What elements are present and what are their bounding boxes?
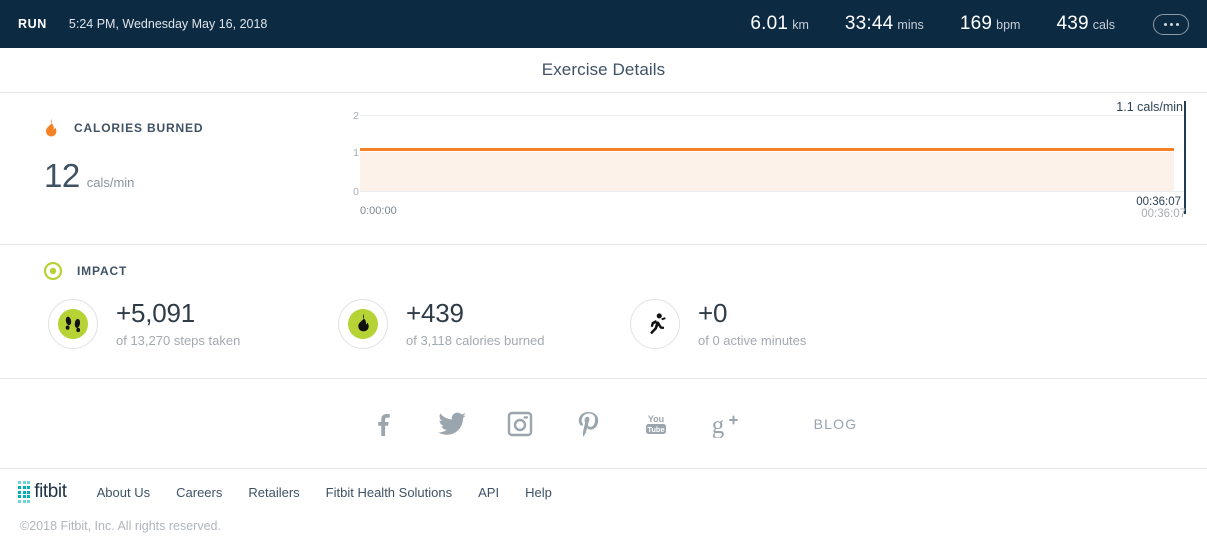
ellipsis-dot <box>1169 22 1173 26</box>
svg-text:Tube: Tube <box>647 425 664 434</box>
activity-info: RUN 5:24 PM, Wednesday May 16, 2018 <box>18 17 267 31</box>
flame-icon <box>46 119 57 137</box>
impact-items: +5,091 of 13,270 steps taken +439 of 3,1… <box>48 299 1207 349</box>
twitter-icon[interactable] <box>418 411 486 437</box>
impact-item-active-minutes: +0 of 0 active minutes <box>630 299 920 349</box>
ellipsis-icon[interactable] <box>1153 13 1189 35</box>
page-title: Exercise Details <box>541 60 666 79</box>
fitbit-dots-icon <box>18 481 31 503</box>
running-person-icon <box>630 299 680 349</box>
chart-ytick-0: 0 <box>353 186 359 198</box>
pinterest-glyph <box>578 411 598 437</box>
impact-active-minutes-text: +0 of 0 active minutes <box>698 298 807 348</box>
chart-tracker-time: 00:36:07 <box>1136 196 1181 208</box>
impact-item-steps: +5,091 of 13,270 steps taken <box>48 299 338 349</box>
social-links-bar: You Tube g BLOG <box>0 379 1207 469</box>
impact-steps-subtitle: of 13,270 steps taken <box>116 332 241 348</box>
chart-area-fill <box>360 152 1174 191</box>
ellipsis-dot <box>1163 22 1167 26</box>
footer-link-health-solutions[interactable]: Fitbit Health Solutions <box>326 485 452 500</box>
svg-text:You: You <box>647 414 663 424</box>
fitbit-wordmark: fitbit <box>34 481 67 502</box>
footer-copyright: ©2018 Fitbit, Inc. All rights reserved. <box>20 519 221 533</box>
calories-rate-readout: 12 cals/min <box>44 157 203 195</box>
pinterest-icon[interactable] <box>554 410 622 438</box>
impact-steps-text: +5,091 of 13,270 steps taken <box>116 298 241 348</box>
top-summary-bar: RUN 5:24 PM, Wednesday May 16, 2018 6.01… <box>0 0 1207 48</box>
chart-ytick-1: 1 <box>353 147 359 159</box>
exercise-details-page: RUN 5:24 PM, Wednesday May 16, 2018 6.01… <box>0 0 1207 542</box>
stat-calories-value: 439 <box>1056 13 1089 34</box>
stat-heartrate: 169 bpm <box>960 13 1021 35</box>
chart-gridline-top <box>360 115 1184 116</box>
page-title-bar: Exercise Details <box>0 48 1207 93</box>
target-icon <box>44 262 62 280</box>
stat-heartrate-unit: bpm <box>996 18 1021 32</box>
googleplus-glyph: g <box>711 412 738 438</box>
blog-link[interactable]: BLOG <box>814 416 858 432</box>
chart-gridline-bottom <box>360 191 1184 192</box>
chart-ytick-2: 2 <box>353 110 359 122</box>
impact-calories-subtitle: of 3,118 calories burned <box>406 332 545 348</box>
impact-active-minutes-subtitle: of 0 active minutes <box>698 332 807 348</box>
running-person-glyph <box>650 313 666 335</box>
instagram-glyph <box>507 411 532 436</box>
footer-link-retailers[interactable]: Retailers <box>248 485 299 500</box>
footsteps-glyph <box>58 309 88 339</box>
flame-circle-glyph <box>348 309 378 339</box>
calories-rate-value: 12 <box>44 157 80 194</box>
stat-distance-value: 6.01 <box>750 13 789 34</box>
youtube-glyph: You Tube <box>645 414 666 434</box>
activity-type-label: RUN <box>18 17 47 31</box>
impact-calories-text: +439 of 3,118 calories burned <box>406 298 545 348</box>
facebook-icon[interactable] <box>350 410 418 438</box>
footer-link-careers[interactable]: Careers <box>176 485 222 500</box>
stat-calories: 439 cals <box>1056 13 1115 35</box>
stat-distance-unit: km <box>792 18 809 32</box>
chart-peak-label: 1.1 cals/min <box>1116 100 1183 114</box>
svg-text:g: g <box>711 412 724 438</box>
impact-item-calories: +439 of 3,118 calories burned <box>338 299 630 349</box>
chart-tracker-line[interactable] <box>1184 101 1186 214</box>
social-icons: You Tube g BLOG <box>350 410 858 438</box>
footer-link-api[interactable]: API <box>478 485 499 500</box>
chart-series-line <box>360 148 1174 151</box>
calories-section-title: CALORIES BURNED <box>74 121 204 135</box>
facebook-glyph <box>377 413 390 436</box>
calories-chart[interactable]: 2 1 0 1.1 cals/min 0:00:00 00:36:07 00:3… <box>340 100 1207 231</box>
stat-heartrate-value: 169 <box>959 13 993 34</box>
footer-top-row: fitbit About Us Careers Retailers Fitbit… <box>18 481 578 503</box>
instagram-icon[interactable] <box>486 411 554 437</box>
activity-datetime: 5:24 PM, Wednesday May 16, 2018 <box>68 17 268 31</box>
impact-section-title: IMPACT <box>77 264 128 278</box>
twitter-glyph <box>438 412 466 435</box>
chart-xtick-end: 00:36:07 <box>1141 208 1186 220</box>
impact-section: IMPACT +5,091 of 13,270 steps taken +439… <box>0 245 1207 379</box>
footer-nav: About Us Careers Retailers Fitbit Health… <box>97 485 578 500</box>
googleplus-icon[interactable]: g <box>690 410 758 438</box>
stat-calories-unit: cals <box>1092 18 1115 32</box>
youtube-icon[interactable]: You Tube <box>622 410 690 438</box>
footsteps-icon <box>48 299 98 349</box>
fitbit-logo[interactable]: fitbit <box>18 481 67 503</box>
impact-calories-value: +439 <box>406 298 464 329</box>
stat-duration: 33:44 mins <box>845 13 924 35</box>
stat-duration-unit: mins <box>897 18 924 32</box>
flame-circle-icon <box>338 299 388 349</box>
site-footer: fitbit About Us Careers Retailers Fitbit… <box>0 469 1207 542</box>
stat-distance: 6.01 km <box>750 13 808 35</box>
impact-section-header: IMPACT <box>44 262 127 280</box>
calories-rate-unit: cals/min <box>86 175 135 190</box>
impact-steps-value: +5,091 <box>116 298 196 329</box>
ellipsis-dot <box>1175 22 1179 26</box>
impact-active-minutes-value: +0 <box>698 298 728 329</box>
footer-link-about-us[interactable]: About Us <box>97 485 150 500</box>
chart-xtick-start: 0:00:00 <box>360 205 397 217</box>
calories-section-header: CALORIES BURNED <box>44 119 203 137</box>
calories-burned-section: CALORIES BURNED 12 cals/min 2 1 0 1.1 ca… <box>0 93 1207 245</box>
stat-duration-value: 33:44 <box>844 13 894 34</box>
summary-stats: 6.01 km 33:44 mins 169 bpm 439 cals <box>714 13 1189 35</box>
footer-link-help[interactable]: Help <box>525 485 552 500</box>
calories-summary: CALORIES BURNED 12 cals/min <box>44 119 203 195</box>
